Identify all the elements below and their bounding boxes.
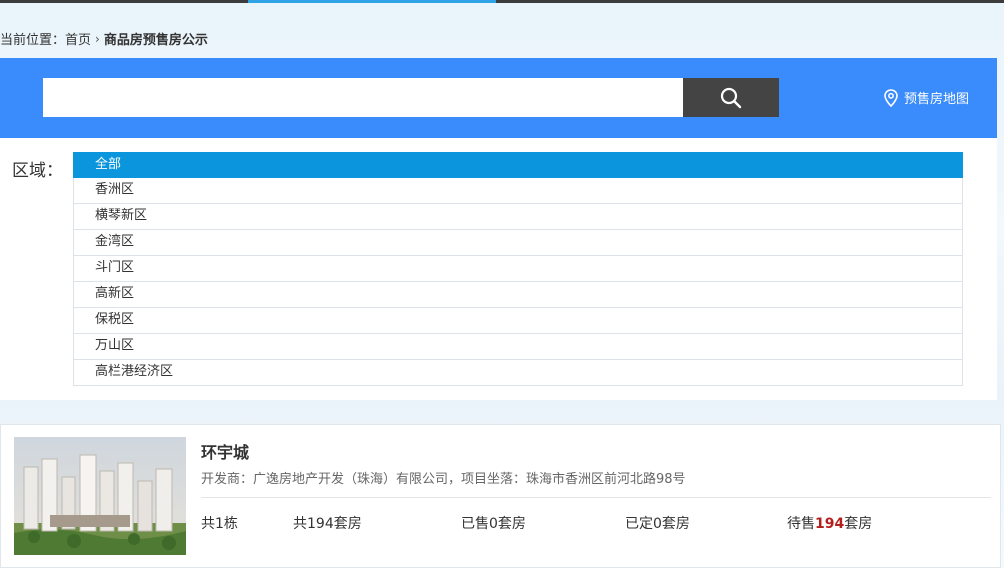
search-button[interactable]	[683, 78, 779, 117]
stat-for-sale: 待售194套房	[787, 513, 872, 533]
listing-description: 开发商：广逸房地产开发（珠海）有限公司，项目坐落：珠海市香洲区前河北路98号	[201, 472, 686, 487]
stat-buildings: 共1栋	[201, 516, 238, 532]
search-icon	[720, 87, 742, 108]
listing-thumbnail[interactable]	[14, 437, 186, 555]
stat-total-units: 共194套房	[293, 516, 362, 532]
region-item-doumen[interactable]: 斗门区	[73, 256, 963, 282]
stat-sold: 已售0套房	[461, 516, 526, 532]
region-item-xiangzhou[interactable]: 香洲区	[73, 178, 963, 204]
stat-for-sale-prefix: 待售	[787, 516, 815, 532]
search-bar: 预售房地图	[0, 58, 997, 138]
breadcrumb-separator: ›	[95, 31, 100, 46]
stat-for-sale-count: 194	[815, 516, 845, 532]
region-item-baoshui[interactable]: 保税区	[73, 308, 963, 334]
search-input[interactable]	[43, 78, 683, 117]
region-item-gaolangang[interactable]: 高栏港经济区	[73, 360, 963, 386]
region-item-gaoxin[interactable]: 高新区	[73, 282, 963, 308]
listing-card[interactable]: 环宇城 开发商：广逸房地产开发（珠海）有限公司，项目坐落：珠海市香洲区前河北路9…	[0, 424, 1001, 568]
region-item-wanshan[interactable]: 万山区	[73, 334, 963, 360]
region-item-jinwan[interactable]: 金湾区	[73, 230, 963, 256]
location-pin-icon	[884, 88, 898, 107]
region-filter-label: 区域：	[12, 161, 63, 181]
stat-for-sale-suffix: 套房	[844, 516, 873, 532]
top-bar-accent	[248, 0, 496, 3]
presale-map-link[interactable]: 预售房地图	[884, 88, 969, 107]
listing-title[interactable]: 环宇城	[201, 439, 249, 463]
region-filter-panel: 区域： 全部 香洲区 横琴新区 金湾区 斗门区 高新区 保税区 万山区 高栏港经…	[0, 138, 997, 400]
breadcrumb: 当前位置： 首页 › 商品房预售房公示	[0, 29, 208, 49]
listing-divider	[201, 497, 991, 498]
region-list: 全部 香洲区 横琴新区 金湾区 斗门区 高新区 保税区 万山区 高栏港经济区	[73, 152, 963, 386]
region-item-all[interactable]: 全部	[73, 152, 963, 178]
breadcrumb-home-link[interactable]: 首页	[65, 29, 91, 48]
breadcrumb-prefix: 当前位置：	[0, 33, 66, 48]
presale-map-label: 预售房地图	[904, 92, 970, 107]
breadcrumb-current: 商品房预售房公示	[103, 33, 208, 48]
region-item-hengqin[interactable]: 横琴新区	[73, 204, 963, 230]
stat-reserved: 已定0套房	[625, 516, 690, 532]
top-bar	[0, 0, 1004, 3]
